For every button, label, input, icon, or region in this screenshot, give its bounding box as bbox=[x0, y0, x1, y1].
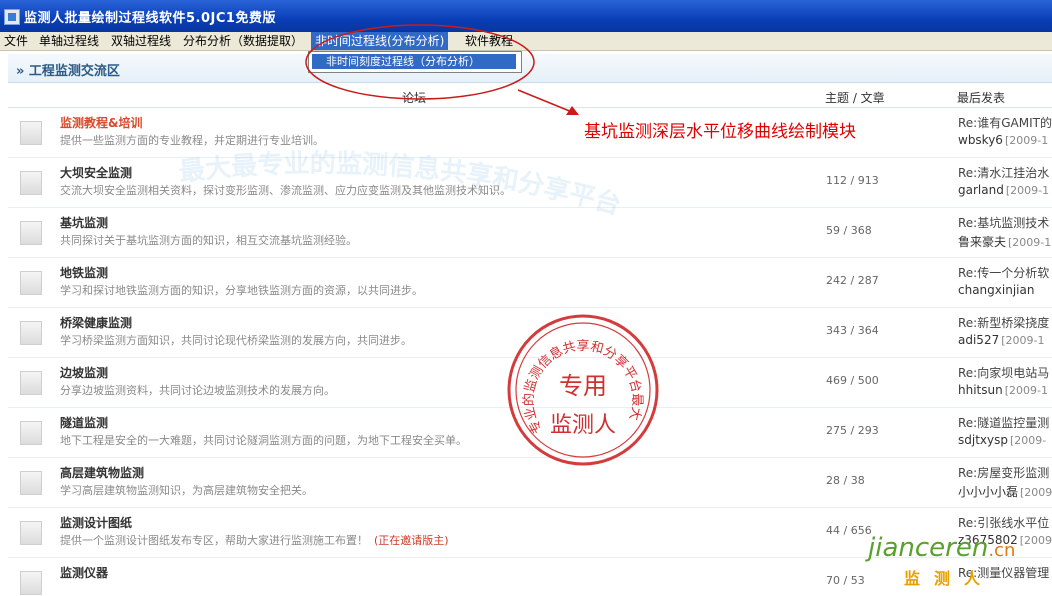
annotation-overlay bbox=[305, 24, 579, 115]
logo-cn: 监测人 bbox=[904, 569, 995, 588]
seal-center-bottom: 监测人 bbox=[550, 413, 616, 438]
seal-center-top: 专用 bbox=[559, 372, 607, 400]
annotation-text: 基坑监测深层水平位移曲线绘制模块 bbox=[584, 122, 856, 142]
site-logo: jianceren.cn 监测人 bbox=[868, 533, 1018, 593]
seal-stamp: 专业的监测信息共享和分享平台最大 专用 监测人 bbox=[507, 314, 659, 466]
logo-tld: .cn bbox=[988, 540, 1016, 561]
annotation-ellipse bbox=[305, 24, 535, 100]
annotation-arrow-line bbox=[517, 89, 573, 113]
logo-latin: jianceren.cn bbox=[868, 533, 1015, 563]
logo-latin-text: jianceren bbox=[868, 533, 989, 563]
